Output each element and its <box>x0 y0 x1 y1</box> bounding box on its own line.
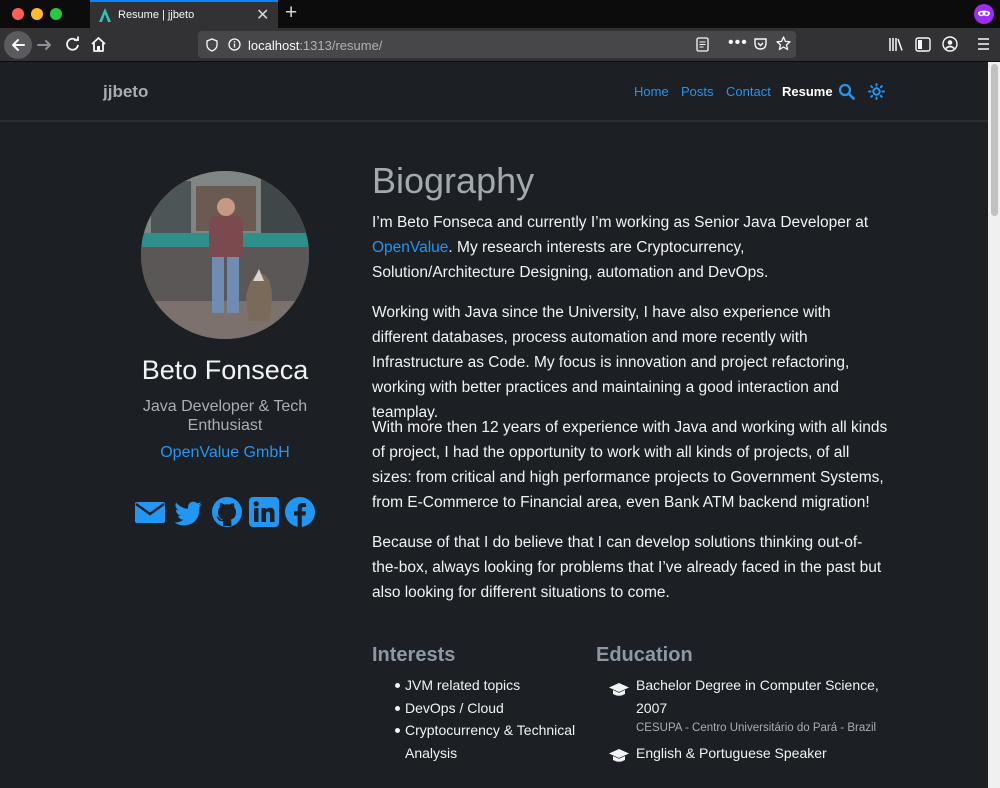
profile-name: Beto Fonseca <box>141 355 309 385</box>
reload-icon <box>66 36 79 51</box>
back-button[interactable] <box>4 31 32 59</box>
education-institution: CESUPA - Centro Universitário do Pará - … <box>636 722 877 734</box>
close-window-button[interactable] <box>12 8 24 20</box>
bio-paragraph-3: With more then 12 years of experience wi… <box>372 419 888 511</box>
education-heading: Education <box>596 644 693 666</box>
bio-paragraph-2: Working with Java since the University, … <box>372 304 850 421</box>
info-icon[interactable] <box>228 38 241 51</box>
github-icon[interactable] <box>211 496 243 528</box>
bullet-marker <box>395 683 400 688</box>
account-icon[interactable] <box>942 36 958 52</box>
bio-paragraph-1-intro: I’m Beto Fonseca and currently I’m worki… <box>372 214 869 231</box>
page-scrollbar[interactable] <box>988 62 1000 788</box>
menu-posts[interactable]: Posts <box>681 84 714 99</box>
hamburger-menu-icon[interactable] <box>976 37 991 51</box>
home-icon <box>91 37 106 52</box>
openvalue-link[interactable]: OpenValue <box>372 239 448 256</box>
education-languages: English & Portuguese Speaker <box>636 745 827 761</box>
home-button[interactable] <box>90 36 107 57</box>
interest-item: DevOps / Cloud <box>405 700 504 716</box>
pocket-icon[interactable] <box>753 37 768 51</box>
arrow-right-icon <box>37 40 51 50</box>
url-host: localhost <box>248 38 300 53</box>
interests-heading: Interests <box>372 644 456 666</box>
graduation-cap-icon <box>609 749 629 762</box>
biography-heading: Biography <box>372 160 535 201</box>
url-path: :1313/resume/ <box>299 38 383 53</box>
graduation-cap-icon <box>609 683 629 696</box>
tab-title: Resume | jjbeto <box>118 9 195 21</box>
browser-navbar: localhost:1313/resume/ ••• <box>0 28 1000 62</box>
interest-item: JVM related topics <box>405 677 521 693</box>
library-icon[interactable] <box>888 37 905 52</box>
menu-resume[interactable]: Resume <box>782 84 833 99</box>
linkedin-icon[interactable] <box>248 496 280 528</box>
profile-role: Java Developer & Tech Enthusiast <box>142 398 308 434</box>
site-logo-icon <box>99 8 111 22</box>
tab-close-icon[interactable]: ✕ <box>256 5 269 25</box>
browser-tab[interactable]: Resume | jjbeto ✕ <box>90 0 278 28</box>
facebook-icon[interactable] <box>284 496 316 528</box>
url-text[interactable]: localhost:1313/resume/ <box>248 38 382 53</box>
theme-toggle-icon[interactable] <box>868 83 885 100</box>
site-brand[interactable]: jjbeto <box>103 82 148 102</box>
bio-paragraph-1: I’m Beto Fonseca and currently I’m worki… <box>372 210 888 285</box>
bullet-marker <box>395 728 400 733</box>
page-actions-icon[interactable]: ••• <box>728 34 748 52</box>
arrow-left-icon <box>12 39 25 51</box>
interest-item: Cryptocurrency & Technical Analysis <box>405 722 576 761</box>
site-header: jjbeto Home Posts Contact Resume <box>0 62 988 122</box>
profile-photo-image <box>141 171 309 339</box>
bio-paragraph-4: Because of that I do believe that I can … <box>372 534 882 601</box>
zoom-window-button[interactable] <box>50 8 62 20</box>
address-bar[interactable]: localhost:1313/resume/ ••• <box>198 31 796 58</box>
envelope-icon[interactable] <box>134 496 166 528</box>
bookmark-star-icon[interactable] <box>776 36 791 51</box>
profile-avatar <box>141 171 309 339</box>
shield-icon[interactable] <box>206 38 218 52</box>
page-viewport: jjbeto Home Posts Contact Resume Beto Fo… <box>0 62 988 788</box>
search-icon[interactable] <box>838 83 855 100</box>
forward-button[interactable] <box>36 37 54 57</box>
menu-home[interactable]: Home <box>634 84 669 99</box>
education-degree: Bachelor Degree in Computer Science, 200… <box>636 677 879 716</box>
minimize-window-button[interactable] <box>31 8 43 20</box>
bullet-marker <box>395 706 400 711</box>
reader-view-icon[interactable] <box>696 37 709 52</box>
browser-titlebar: Resume | jjbeto ✕ + <box>0 0 1000 28</box>
new-tab-button[interactable]: + <box>285 1 297 25</box>
scrollbar-thumb[interactable] <box>991 64 998 216</box>
profile-organization[interactable]: OpenValue GmbH <box>100 444 350 462</box>
menu-contact[interactable]: Contact <box>726 84 771 99</box>
mask-icon <box>978 10 990 17</box>
twitter-icon[interactable] <box>172 496 204 528</box>
private-browsing-icon <box>974 4 994 24</box>
reload-button[interactable] <box>64 36 81 57</box>
sidebar-icon[interactable] <box>915 37 931 52</box>
